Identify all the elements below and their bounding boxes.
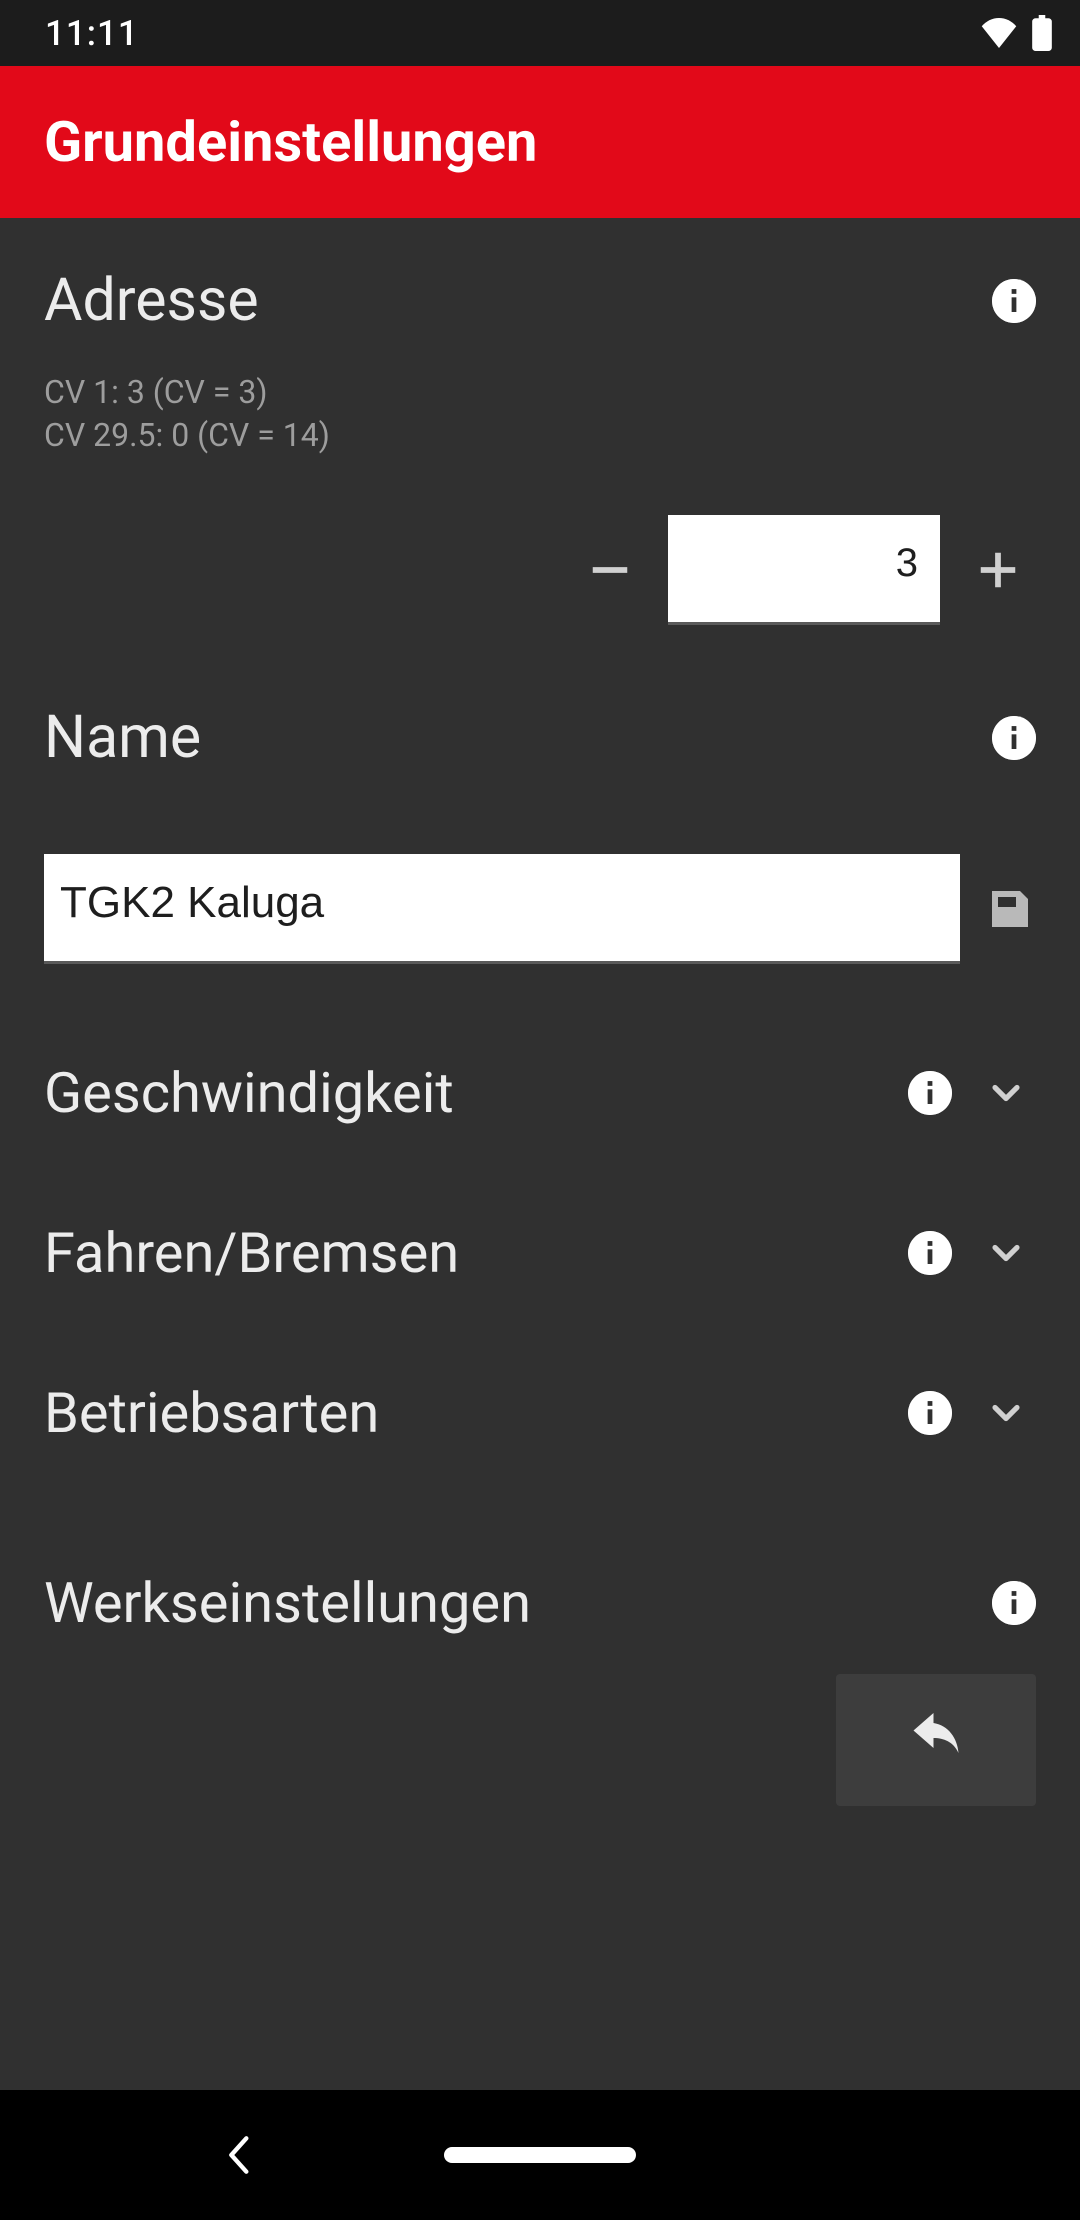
section-header-name: Name (44, 703, 1036, 772)
section-factory: Werkseinstellungen (0, 1470, 1080, 1806)
info-icon[interactable] (992, 279, 1036, 323)
section-name: Name (0, 625, 1080, 964)
modes-title: Betriebsarten (44, 1380, 888, 1446)
screen: 11:11 Grundeinstellungen Adresse CV 1: 3… (0, 0, 1080, 2220)
chevron-down-icon[interactable] (976, 1063, 1036, 1123)
info-icon[interactable] (992, 1581, 1036, 1625)
plus-icon[interactable] (968, 540, 1028, 600)
chevron-down-icon[interactable] (976, 1223, 1036, 1283)
nav-bar (0, 2090, 1080, 2220)
drive-title: Fahren/Bremsen (44, 1220, 888, 1286)
nav-back-button[interactable] (218, 2135, 258, 2175)
speed-title: Geschwindigkeit (44, 1060, 888, 1126)
name-row (44, 854, 1036, 964)
undo-icon (906, 1712, 966, 1768)
section-speed[interactable]: Geschwindigkeit (0, 964, 1080, 1150)
save-icon[interactable] (984, 879, 1036, 939)
page-title: Grundeinstellungen (44, 109, 537, 175)
section-address: Adresse CV 1: 3 (CV = 3) CV 29.5: 0 (CV … (0, 218, 1080, 625)
factory-reset-row (44, 1674, 1036, 1806)
wifi-icon (980, 18, 1018, 48)
content: Adresse CV 1: 3 (CV = 3) CV 29.5: 0 (CV … (0, 218, 1080, 2090)
name-title: Name (44, 703, 972, 772)
app-bar: Grundeinstellungen (0, 66, 1080, 218)
factory-title: Werkseinstellungen (44, 1570, 972, 1636)
nav-home-button[interactable] (444, 2147, 636, 2163)
section-header-address: Adresse (44, 266, 1036, 335)
name-input[interactable] (44, 854, 960, 964)
info-icon[interactable] (908, 1391, 952, 1435)
status-indicators (980, 15, 1052, 51)
address-input[interactable] (668, 515, 940, 625)
minus-icon[interactable] (580, 540, 640, 600)
address-cv-info: CV 1: 3 (CV = 3) CV 29.5: 0 (CV = 14) (44, 371, 1036, 457)
section-drive[interactable]: Fahren/Bremsen (0, 1150, 1080, 1310)
status-time: 11:11 (45, 13, 139, 54)
battery-icon (1032, 15, 1052, 51)
info-icon[interactable] (908, 1231, 952, 1275)
section-modes[interactable]: Betriebsarten (0, 1310, 1080, 1470)
chevron-down-icon[interactable] (976, 1383, 1036, 1443)
address-title: Adresse (44, 266, 972, 335)
address-stepper (44, 515, 1036, 625)
status-bar: 11:11 (0, 0, 1080, 66)
info-icon[interactable] (908, 1071, 952, 1115)
info-icon[interactable] (992, 716, 1036, 760)
factory-reset-button[interactable] (836, 1674, 1036, 1806)
